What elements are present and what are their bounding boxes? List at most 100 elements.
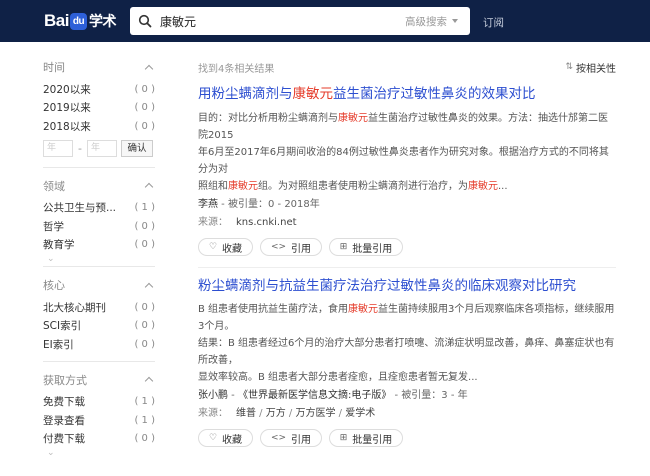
filter-group-title: 获取方式 [43, 373, 87, 387]
batch-cite-button[interactable]: ⊞ 批量引用 [329, 429, 403, 447]
chevron-up-icon[interactable] [144, 182, 154, 192]
filter-item-count: ( 1 ) [134, 202, 155, 214]
journal-link[interactable]: 《世界最新医学信息文摘:电子版》 [238, 390, 391, 401]
source-link[interactable]: 万方医学 [295, 408, 335, 419]
source-link[interactable]: 爱学术 [345, 408, 375, 419]
result-abstract: 目的：对比分析用粉尘螨滴剂与康敏元益生菌治疗过敏性鼻炎的效果。方法：抽选什邡第二… [198, 113, 609, 192]
paw-icon: du [69, 12, 87, 30]
heart-icon: ♡ [208, 433, 218, 443]
filter-item-label: EI索引 [43, 338, 74, 351]
filter-item-label: 2020以来 [43, 83, 91, 96]
code-icon: <> [270, 242, 287, 252]
result-divider [198, 267, 616, 268]
title-text: 益生菌治疗过敏性鼻炎的效果对比 [333, 86, 536, 102]
title-highlight: 康敏元 [292, 86, 334, 102]
code-icon: <> [270, 433, 287, 443]
filter-item-count: ( 0 ) [134, 120, 155, 132]
cited-count: 被引量：3 [401, 390, 448, 401]
filter-item-count: ( 0 ) [134, 102, 155, 114]
search-box[interactable]: 康敏元 高级搜索 [130, 7, 470, 35]
result-title-link[interactable]: 用粉尘螨滴剂与康敏元益生菌治疗过敏性鼻炎的效果对比 [198, 84, 616, 104]
favorite-button[interactable]: ♡ 收藏 [198, 238, 253, 256]
year-from-input[interactable]: 年 [43, 139, 73, 157]
title-text: 用粉尘螨滴剂与 [198, 86, 293, 102]
more-chevron-icon[interactable]: ⌄ [47, 448, 155, 458]
filter-group-field[interactable]: 领域 [43, 177, 155, 195]
pub-year: 2018年 [284, 199, 320, 210]
subscribe-link[interactable]: 订阅 [483, 15, 504, 30]
filter-item[interactable]: 免费下载 ( 1 ) [43, 393, 155, 412]
filter-item-label: 哲学 [43, 220, 64, 233]
more-chevron-icon[interactable]: ⌄ [47, 254, 155, 264]
filter-item[interactable]: 2019以来 ( 0 ) [43, 99, 155, 118]
source-link[interactable]: 维普 [236, 408, 256, 419]
confirm-button[interactable]: 确认 [121, 139, 153, 157]
filter-item[interactable]: EI索引 ( 0 ) [43, 335, 155, 354]
filter-item-count: ( 0 ) [134, 320, 155, 332]
filter-item-label: 公共卫生与预... [43, 202, 117, 215]
filter-item[interactable]: 北大核心期刊 ( 0 ) [43, 298, 155, 317]
batch-cite-button[interactable]: ⊞ 批量引用 [329, 238, 403, 256]
result-title-link[interactable]: 粉尘螨滴剂与抗益生菌疗法治疗过敏性鼻炎的临床观察对比研究 [198, 276, 616, 296]
caret-down-icon [452, 19, 458, 23]
filter-item[interactable]: SCI索引 ( 0 ) [43, 317, 155, 336]
filter-item-label: 2019以来 [43, 102, 91, 115]
filter-group-core[interactable]: 核心 [43, 276, 155, 294]
filter-item-label: 北大核心期刊 [43, 301, 106, 314]
chevron-up-icon[interactable] [144, 282, 154, 291]
filter-item-count: ( 0 ) [134, 239, 155, 251]
result-meta: 张小鹏 - 《世界最新医学信息文摘:电子版》 - 被引量：3 - 年 [198, 390, 468, 401]
filter-item[interactable]: 哲学 ( 0 ) [43, 217, 155, 236]
result-actions: ♡ 收藏 <> 引用 ⊞ 批量引用 [198, 238, 616, 256]
author-link[interactable]: 张小鹏 [198, 390, 228, 401]
result-item: 用粉尘螨滴剂与康敏元益生菌治疗过敏性鼻炎的效果对比 目的：对比分析用粉尘螨滴剂与… [198, 84, 616, 268]
results-header: 找到4条相关结果 ⇅ 按相关性 [198, 58, 616, 76]
filter-item[interactable]: 付费下载 ( 0 ) [43, 430, 155, 449]
result-meta: 李燕 - 被引量：0 - 2018年 [198, 199, 320, 210]
sort-icon: ⇅ [565, 62, 573, 72]
filter-group-time[interactable]: 时间 [43, 58, 155, 76]
filter-item-label: 2018以来 [43, 120, 91, 133]
filter-item-label: 付费下载 [43, 433, 85, 446]
filter-item-count: ( 0 ) [134, 83, 155, 95]
advanced-search-label: 高级搜索 [405, 15, 447, 28]
source-label: 来源： [198, 217, 228, 228]
top-bar: Bai du 学术 康敏元 高级搜索 订阅 [0, 0, 650, 42]
result-source: 来源： kns.cnki.net [198, 214, 616, 231]
filter-group-title: 时间 [43, 61, 65, 74]
filter-item[interactable]: 2018以来 ( 0 ) [43, 117, 155, 136]
author-link[interactable]: 李燕 [198, 199, 218, 210]
filter-group-title: 核心 [43, 279, 65, 292]
cite-button[interactable]: <> 引用 [260, 429, 322, 447]
favorite-button[interactable]: ♡ 收藏 [198, 429, 253, 447]
result-actions: ♡ 收藏 <> 引用 ⊞ 批量引用 [198, 429, 616, 447]
source-link[interactable]: 万方 [266, 408, 286, 419]
filter-group-title: 领域 [43, 179, 65, 193]
year-range: 年 - 年 确认 [43, 139, 155, 157]
filter-item-count: ( 0 ) [134, 338, 155, 350]
chevron-up-icon[interactable] [144, 376, 154, 386]
cited-count: 被引量：0 [227, 199, 275, 210]
source-link[interactable]: kns.cnki.net [236, 217, 297, 228]
filter-item[interactable]: 公共卫生与预... ( 1 ) [43, 199, 155, 218]
filter-item[interactable]: 教育学 ( 0 ) [43, 236, 155, 255]
logo-text-prefix: Bai [44, 11, 69, 30]
logo-text-suffix: 学术 [88, 13, 117, 29]
result-source: 来源： 维普 / 万方 / 万方医学 / 爱学术 [198, 408, 376, 419]
baidu-scholar-logo[interactable]: Bai du 学术 [44, 11, 116, 31]
filter-item[interactable]: 2020以来 ( 0 ) [43, 80, 155, 99]
source-label: 来源： [198, 408, 228, 419]
search-input[interactable]: 康敏元 [160, 13, 405, 30]
result-item: 粉尘螨滴剂与抗益生菌疗法治疗过敏性鼻炎的临床观察对比研究 B 组患者使用抗益生菌… [198, 276, 616, 447]
chevron-up-icon[interactable] [144, 64, 154, 73]
cite-button[interactable]: <> 引用 [260, 238, 322, 256]
sort-dropdown[interactable]: ⇅ 按相关性 [565, 60, 616, 75]
search-icon[interactable] [130, 14, 160, 28]
filter-item-label: 登录查看 [43, 414, 85, 427]
advanced-search-dropdown[interactable]: 高级搜索 [405, 14, 458, 29]
year-to-input[interactable]: 年 [87, 139, 117, 157]
pub-year: 年 [457, 390, 468, 401]
filter-group-access[interactable]: 获取方式 [43, 371, 155, 389]
folder-plus-icon: ⊞ [339, 242, 348, 252]
filter-item[interactable]: 登录查看 ( 1 ) [43, 411, 155, 430]
